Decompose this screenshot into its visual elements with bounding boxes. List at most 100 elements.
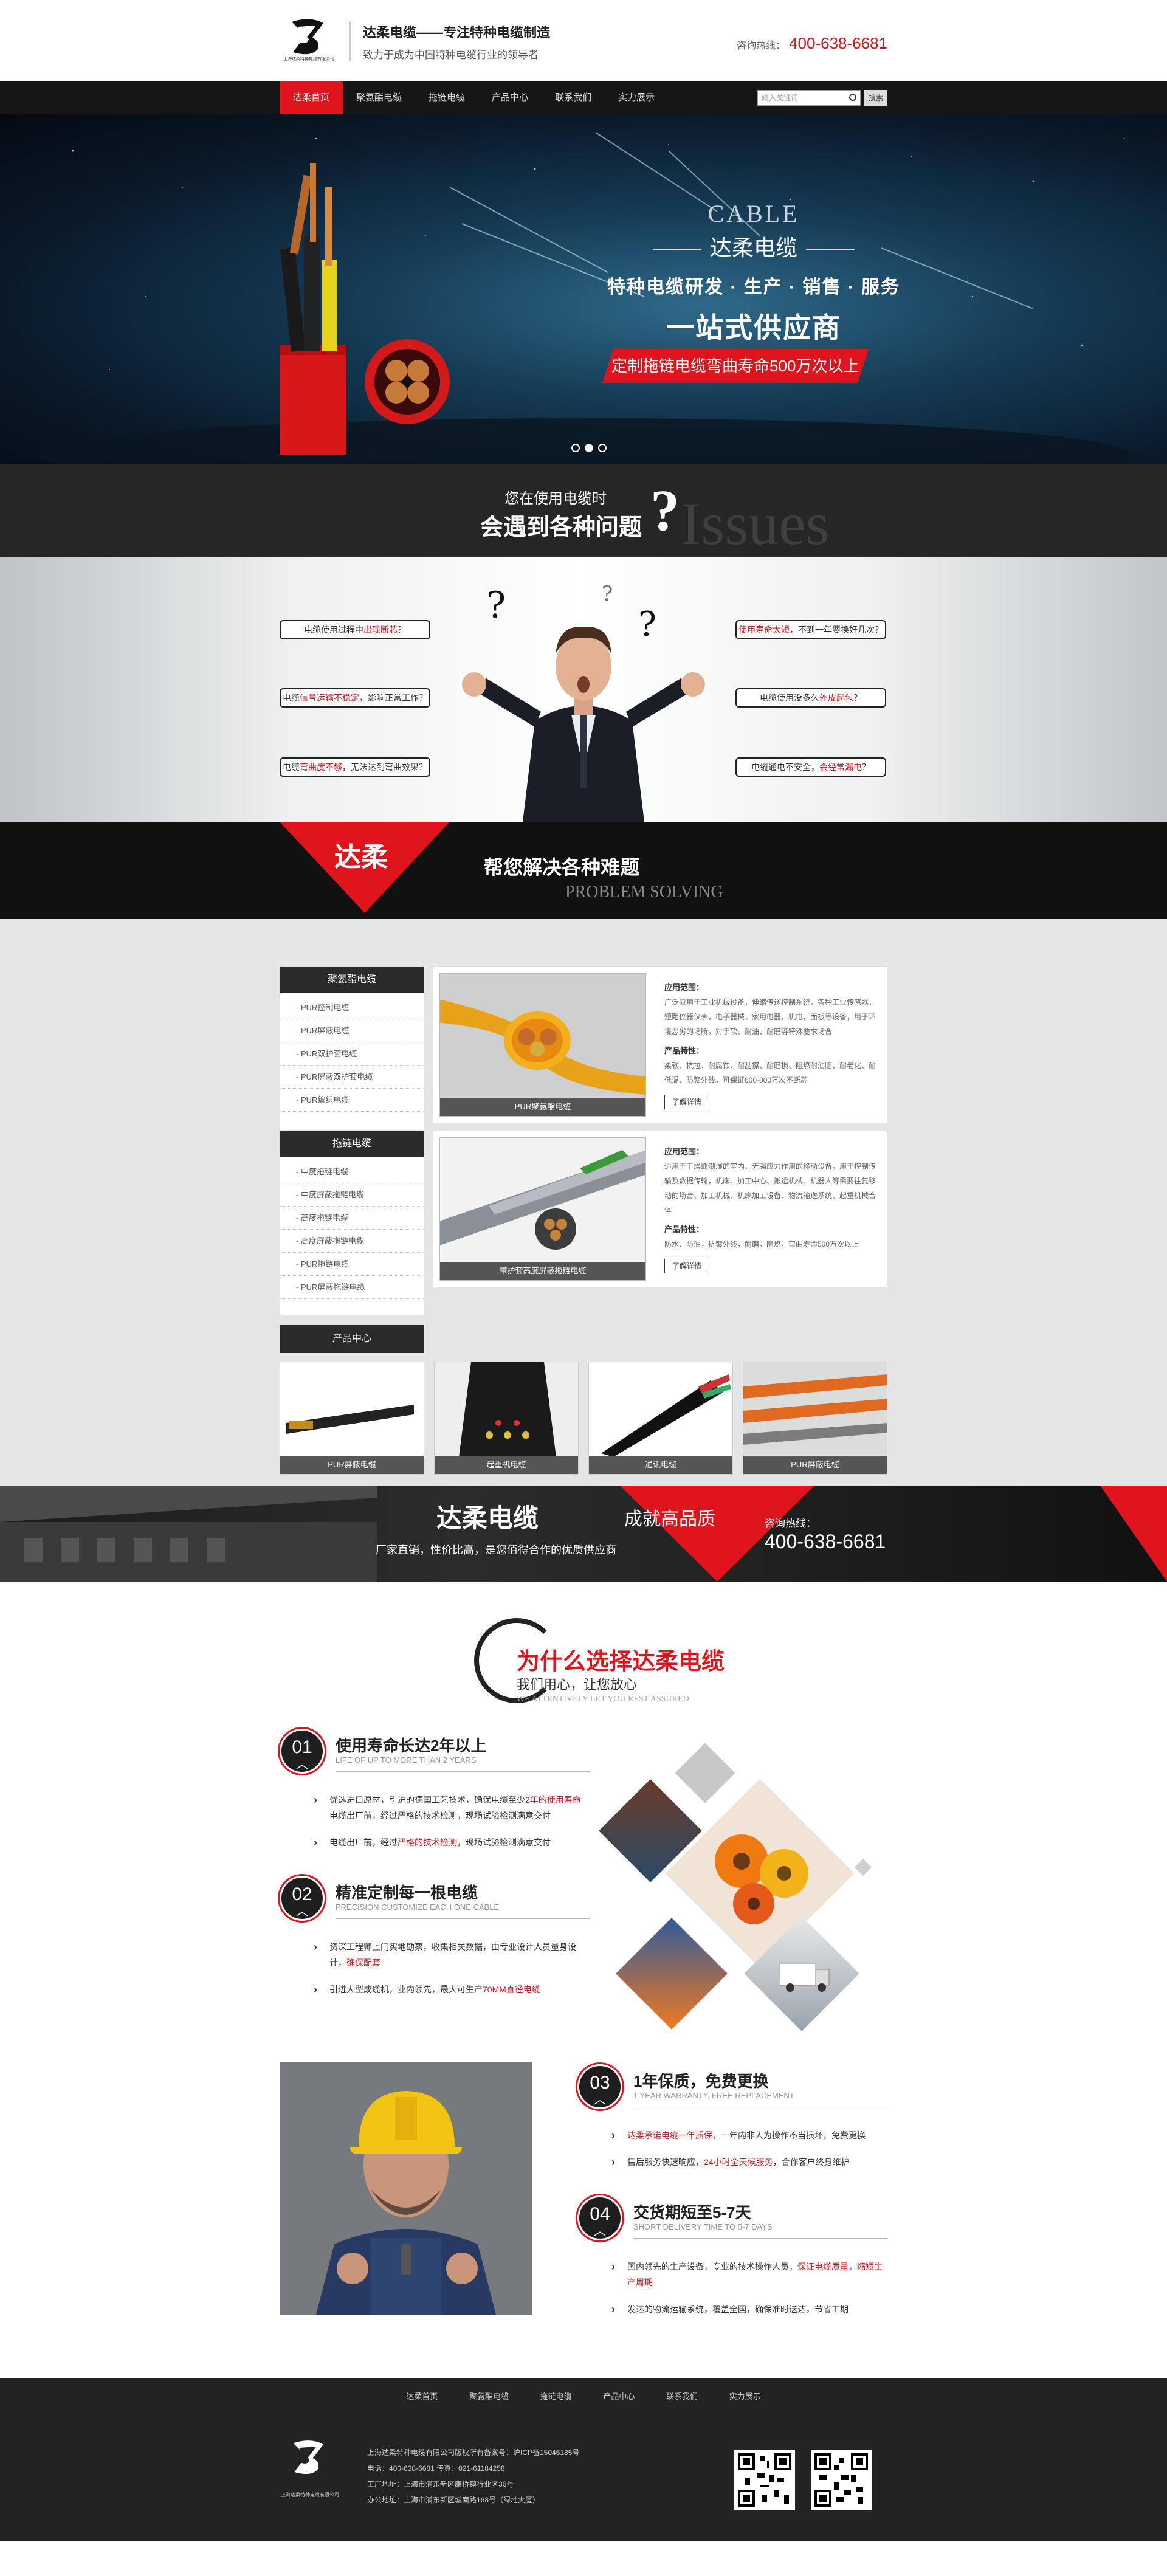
product-description: 应用范围： 适用于干燥或潮湿的室内，无强应力作用的移动设备，用于控制传输及数据传… (664, 1140, 877, 1273)
issue-text: 电缆使用没多久 (760, 693, 819, 703)
search-icon[interactable] (849, 94, 856, 101)
reason-title: 1年保质，免费更换 (633, 2072, 769, 2090)
nav-product-center[interactable]: 产品中心 (478, 81, 542, 114)
issue-left-1: 电缆使用过程中出现断芯？ (280, 620, 430, 639)
divider (336, 1771, 590, 1772)
issue-highlight: 使用寿命太短 (738, 625, 790, 635)
nav-contact[interactable]: 联系我们 (542, 81, 605, 114)
footer-nav-item[interactable]: 拖链电缆 (540, 2392, 572, 2401)
category-item[interactable]: PUR控制电缆 (280, 996, 424, 1019)
footer-nav-item[interactable]: 聚氨酯电缆 (469, 2392, 509, 2401)
app-title: 应用范围： (664, 1147, 704, 1156)
issue-highlight: 会经常漏电 (819, 762, 862, 772)
footer-phone: 电话：400-638-6681 传真：021-61184258 (367, 2464, 505, 2473)
delivery-truck-picture (779, 1963, 830, 1992)
product-thumb[interactable]: PUR屏蔽电缆 (743, 1362, 887, 1475)
carousel-dot-1[interactable] (571, 444, 580, 452)
brand-block: 达柔电缆——专注特种电缆制造 致力于成为中国特种电缆行业的领导者 (349, 22, 550, 61)
product-image-drag-chain[interactable]: 带护套高度屏蔽拖链电缆 (439, 1137, 646, 1281)
product-center-title[interactable]: 产品中心 (280, 1325, 424, 1353)
search-input[interactable]: 输入关键词 (757, 90, 861, 106)
footer-logo-caption: 上海达柔特种电缆有限公司 (281, 2492, 339, 2498)
category-pur-title[interactable]: 聚氨酯电缆 (280, 967, 424, 993)
nav-home[interactable]: 达柔首页 (280, 81, 343, 114)
svg-text:?: ? (638, 605, 656, 644)
app-text: 广泛应用于工业机械设备，伸缩传送控制系统，各种工业传感器，短距仪器仪表，电子器械… (664, 998, 876, 1036)
category-item[interactable]: PUR屏蔽拖链电缆 (280, 1276, 424, 1299)
carousel-dot-3[interactable] (598, 444, 607, 452)
pur-cable-picture (440, 974, 645, 1099)
why-title-block: 为什么选择达柔电缆 我们用心，让您放心 WE ATTENTIVELY LET Y… (468, 1618, 748, 1709)
divider (336, 1918, 590, 1919)
category-item[interactable]: PUR屏蔽双护套电缆 (280, 1066, 424, 1089)
category-item[interactable]: PUR编织电缆 (280, 1089, 424, 1112)
cable-illustration (280, 163, 450, 455)
company-logo[interactable]: 上海达柔特种电缆有限公司 (283, 15, 334, 66)
why-subtitle: 我们用心，让您放心 (517, 1677, 638, 1692)
issues-line1: 您在使用电缆时 (504, 491, 607, 507)
thumb-picture (589, 1362, 732, 1457)
reason-point: 达柔承诺电缆一年质保，一年内非人为操作不当损坏，免费更换 (611, 2127, 885, 2143)
reason-title: 使用寿命长达2年以上 (336, 1737, 487, 1755)
footer-nav-item[interactable]: 达柔首页 (406, 2392, 438, 2401)
factory-photo-collage (599, 1740, 887, 2031)
brand-slogan: 致力于成为中国特种电缆行业的领导者 (363, 49, 539, 61)
hotline-number: 400-638-6681 (789, 34, 887, 52)
point-text: 发达的物流运输系统，覆盖全国，确保准时送达，节省工期 (627, 2304, 849, 2314)
category-item[interactable]: PUR屏蔽电缆 (280, 1019, 424, 1042)
more-button[interactable]: 了解详情 (664, 1259, 710, 1273)
banner-cn-text: 达柔电缆 (709, 235, 797, 260)
footer-logo[interactable]: 上海达柔特种电缆有限公司 (281, 2436, 340, 2503)
product-description: 应用范围： 广泛应用于工业机械设备，伸缩传送控制系统，各种工业传感器，短距仪器仪… (664, 976, 877, 1109)
nav-strength[interactable]: 实力展示 (605, 81, 668, 114)
feat-text: 柔软、抗拉、耐腐蚀、耐刮擦、耐磨损、阻燃耐油脂、耐老化、耐低温、防紫外线。可保证… (664, 1061, 876, 1084)
thumb-picture (435, 1362, 578, 1457)
footer-nav: 达柔首页 聚氨酯电缆 拖链电缆 产品中心 联系我们 实力展示 (0, 2390, 1167, 2402)
point-text: ，合作客户终身维护 (773, 2157, 850, 2167)
category-item[interactable]: 中度拖链电缆 (280, 1160, 424, 1183)
point-text: ，一年内非人为操作不当损坏，免费更换 (712, 2130, 866, 2140)
issue-highlight: 信号运输不稳定 (300, 693, 359, 703)
solve-brand: 达柔 (334, 842, 388, 872)
nav-pur-cable[interactable]: 聚氨酯电缆 (343, 81, 415, 114)
red-corner (1100, 1486, 1167, 1582)
product-thumb[interactable]: 起重机电缆 (434, 1362, 579, 1475)
carousel-dot-2[interactable] (585, 444, 593, 452)
thumb-picture (280, 1362, 424, 1457)
reason-en: 1 YEAR WARRANTY, FREE REPLACEMENT (633, 2091, 794, 2100)
main-nav: 达柔首页 聚氨酯电缆 拖链电缆 产品中心 联系我们 实力展示 输入关键词 搜索 (0, 81, 1167, 114)
issue-highlight: 弯曲度不够 (300, 762, 342, 772)
logo-caption: 上海达柔特种电缆有限公司 (283, 57, 334, 61)
product-image-pur[interactable]: PUR聚氨酯电缆 (439, 973, 646, 1117)
reason-number: 03 (577, 2064, 622, 2117)
reason-number: 01 (280, 1729, 325, 1782)
hero-banner[interactable]: CABLE 达柔电缆 特种电缆研发 · 生产 · 销售 · 服务 一站式供应商 … (0, 114, 1167, 464)
site-footer: 达柔首页 聚氨酯电缆 拖链电缆 产品中心 联系我们 实力展示 上海达柔特种电缆有… (0, 2378, 1167, 2541)
category-item[interactable]: PUR拖链电缆 (280, 1253, 424, 1276)
more-button[interactable]: 了解详情 (664, 1095, 710, 1109)
svg-text:?: ? (602, 582, 613, 606)
issue-left-3: 电缆弯曲度不够，无法达到弯曲效果？ (280, 757, 430, 777)
issue-text: ？ (398, 625, 406, 635)
footer-nav-item[interactable]: 联系我们 (666, 2392, 698, 2401)
product-thumb[interactable]: PUR屏蔽电缆 (280, 1362, 424, 1475)
point-text: 电缆出厂前，经过严格的技术检测，现场试验检测满意交付 (329, 1811, 551, 1820)
footer-office: 办公地址：上海市浦东新区城南路168号（绿地大厦） (367, 2496, 540, 2504)
banner-en-title: CABLE (707, 200, 800, 227)
category-item[interactable]: 高度屏蔽拖链电缆 (280, 1230, 424, 1253)
category-item[interactable]: 高度拖链电缆 (280, 1207, 424, 1230)
drag-chain-cable-picture (440, 1138, 645, 1263)
category-item[interactable]: 中度屏蔽拖链电缆 (280, 1183, 424, 1207)
search-button[interactable]: 搜索 (864, 90, 887, 106)
point-text: ，现场试验检测满意交付 (457, 1837, 551, 1847)
product-thumb[interactable]: 通讯电缆 (588, 1362, 733, 1475)
banner-headline: 一站式供应商 (666, 312, 841, 343)
footer-nav-item[interactable]: 产品中心 (603, 2392, 635, 2401)
footer-nav-item[interactable]: 实力展示 (729, 2392, 761, 2401)
hotline: 咨询热线： 400-638-6681 (737, 34, 887, 53)
nav-drag-chain-cable[interactable]: 拖链电缆 (415, 81, 478, 114)
feat-title: 产品特性： (664, 1225, 704, 1234)
category-drag-chain-title[interactable]: 拖链电缆 (280, 1131, 424, 1157)
footer-logo-mark (293, 2440, 323, 2474)
category-item[interactable]: PUR双护套电缆 (280, 1042, 424, 1066)
